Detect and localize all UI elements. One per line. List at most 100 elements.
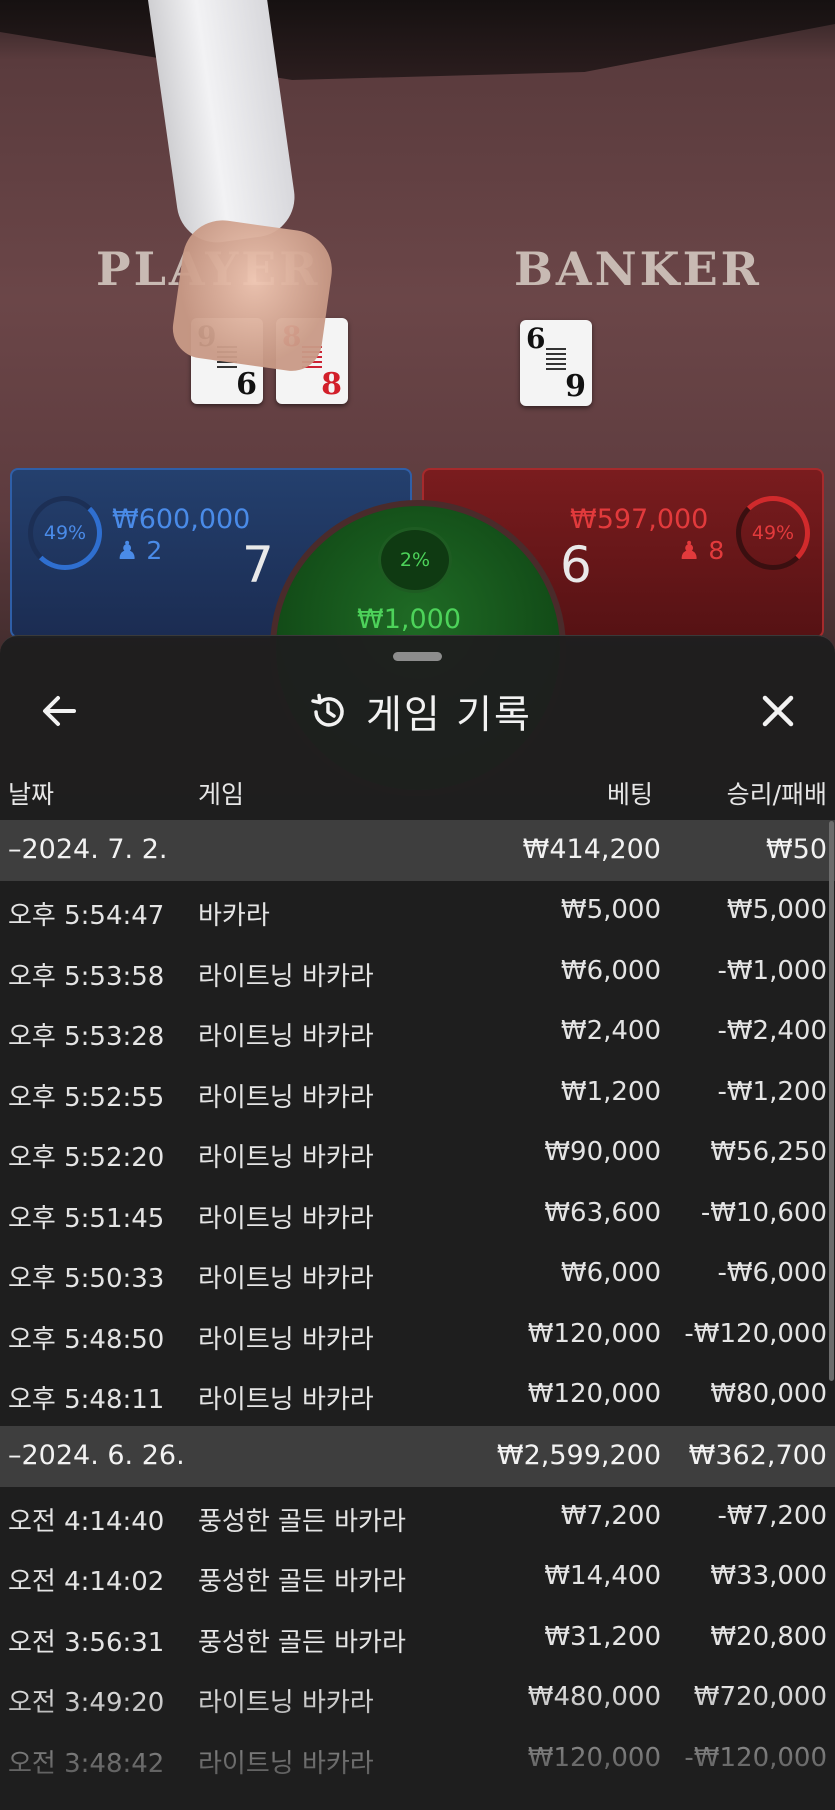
player-percent-ring: 49%: [28, 496, 102, 570]
row-game: 라이트닝 바카라: [198, 1022, 374, 1052]
row-time: 오후 5:48:11: [8, 1385, 165, 1415]
column-header-date: 날짜: [8, 780, 55, 809]
banker-percent-ring: 49%: [736, 496, 810, 570]
row-game: 라이트닝 바카라: [198, 1264, 374, 1294]
row-game: 라이트닝 바카라: [198, 1748, 374, 1779]
row-game: 라이트닝 바카라: [198, 961, 374, 992]
group-date: –2024. 7. 2.: [8, 834, 168, 865]
arrow-left-icon: [43, 696, 76, 726]
history-row[interactable]: 오후 5:50:33 라이트닝 바카라 ₩6,000 -₩6,000: [0, 1244, 835, 1305]
row-result: ₩80,000: [710, 1379, 827, 1409]
row-time: 오후 5:51:45: [8, 1203, 165, 1234]
row-game: 라이트닝 바카라: [198, 1203, 374, 1234]
history-row[interactable]: 오후 5:51:45 라이트닝 바카라 ₩63,600 -₩10,600: [0, 1184, 835, 1245]
banker-bet-amount: ₩597,000: [570, 504, 709, 535]
row-bet: ₩5,000: [560, 895, 661, 925]
close-icon: [762, 695, 794, 727]
history-row[interactable]: 오전 3:56:31 풍성한 골든 바카라 ₩31,200 ₩20,800: [0, 1608, 835, 1669]
row-time: 오후 5:54:47: [8, 901, 165, 931]
row-bet: ₩2,400: [560, 1016, 661, 1046]
row-game: 라이트닝 바카라: [198, 1385, 374, 1415]
row-bet: ₩6,000: [560, 1258, 661, 1288]
row-bet: ₩120,000: [527, 1379, 661, 1409]
row-bet: ₩120,000: [527, 1318, 661, 1349]
row-time: 오후 5:53:28: [8, 1022, 165, 1052]
row-result: ₩20,800: [710, 1621, 827, 1652]
row-result: -₩1,200: [717, 1076, 827, 1107]
row-time: 오전 3:56:31: [8, 1627, 165, 1658]
history-row[interactable]: 오후 5:48:50 라이트닝 바카라 ₩120,000 -₩120,000: [0, 1305, 835, 1366]
group-date: –2024. 6. 26.: [8, 1439, 185, 1471]
back-button[interactable]: [34, 686, 86, 736]
history-row[interactable]: 오전 4:14:02 풍성한 골든 바카라 ₩14,400 ₩33,000: [0, 1547, 835, 1608]
row-bet: ₩90,000: [544, 1137, 661, 1167]
row-bet: ₩6,000: [560, 955, 661, 986]
tie-bet-amount: ₩1,000: [357, 604, 461, 635]
row-result: ₩56,250: [710, 1137, 827, 1167]
row-bet: ₩63,600: [544, 1197, 661, 1228]
row-result: ₩33,000: [710, 1561, 827, 1591]
history-list[interactable]: –2024. 7. 2. ₩414,200 ₩50 오후 5:54:47 바카라…: [0, 820, 835, 1789]
sheet-drag-handle[interactable]: [393, 652, 442, 661]
sheet-header: 게임 기록: [0, 666, 835, 756]
group-bet-total: ₩2,599,200: [496, 1439, 661, 1471]
banker-card-1: 69: [520, 320, 592, 406]
date-group-header[interactable]: –2024. 6. 26. ₩2,599,200 ₩362,700: [0, 1425, 835, 1487]
history-row[interactable]: 오전 3:49:20 라이트닝 바카라 ₩480,000 ₩720,000: [0, 1668, 835, 1729]
row-game: 바카라: [198, 901, 270, 931]
row-bet: ₩480,000: [527, 1682, 661, 1712]
history-row[interactable]: 오후 5:48:11 라이트닝 바카라 ₩120,000 ₩80,000: [0, 1365, 835, 1426]
list-scrollbar[interactable]: [829, 821, 834, 1381]
tie-percent: 2%: [378, 527, 452, 593]
row-result: -₩120,000: [684, 1318, 827, 1349]
sheet-title: 게임 기록: [366, 693, 532, 738]
row-time: 오후 5:52:20: [8, 1143, 165, 1173]
row-result: -₩120,000: [684, 1742, 827, 1773]
row-time: 오후 5:52:55: [8, 1082, 165, 1113]
row-game: 라이트닝 바카라: [198, 1688, 374, 1718]
column-header-game: 게임: [198, 780, 245, 809]
history-row[interactable]: 오후 5:52:55 라이트닝 바카라 ₩1,200 -₩1,200: [0, 1063, 835, 1124]
row-result: -₩10,600: [700, 1197, 827, 1228]
row-result: -₩6,000: [717, 1258, 827, 1288]
player-count-value: 2: [146, 536, 163, 565]
row-result: -₩1,000: [717, 955, 827, 986]
row-game: 풍성한 골든 바카라: [198, 1506, 406, 1537]
banker-bettor-count: ♟ 8: [678, 536, 724, 565]
row-time: 오전 4:14:40: [8, 1506, 165, 1537]
history-row[interactable]: 오후 5:52:20 라이트닝 바카라 ₩90,000 ₩56,250: [0, 1123, 835, 1184]
row-bet: ₩7,200: [560, 1500, 661, 1531]
group-result-total: ₩362,700: [688, 1439, 827, 1471]
person-icon: ♟: [678, 536, 701, 565]
person-icon: ♟: [116, 536, 139, 565]
row-result: ₩720,000: [693, 1682, 827, 1712]
date-group-header[interactable]: –2024. 7. 2. ₩414,200 ₩50: [0, 820, 835, 881]
history-row[interactable]: 오후 5:53:58 라이트닝 바카라 ₩6,000 -₩1,000: [0, 942, 835, 1003]
row-bet: ₩1,200: [560, 1076, 661, 1107]
row-game: 라이트닝 바카라: [198, 1082, 374, 1113]
row-time: 오후 5:50:33: [8, 1264, 165, 1294]
row-game: 라이트닝 바카라: [198, 1324, 374, 1355]
group-bet-total: ₩414,200: [522, 834, 661, 865]
banker-side-title: BANKER: [514, 242, 762, 296]
column-header-bet: 베팅: [606, 780, 653, 809]
history-row[interactable]: 오후 5:54:47 바카라 ₩5,000 ₩5,000: [0, 881, 835, 942]
row-result: -₩2,400: [717, 1016, 827, 1046]
row-time: 오전 3:48:42: [8, 1748, 165, 1779]
row-bet: ₩14,400: [544, 1561, 661, 1591]
dealer-hand: [168, 215, 338, 375]
game-history-sheet: 게임 기록 날짜 게임 베팅 승리/패배 –2024. 7. 2. ₩414,2…: [0, 635, 835, 1810]
row-time: 오전 4:14:02: [8, 1567, 165, 1597]
group-result-total: ₩50: [765, 834, 827, 865]
player-bettor-count: ♟ 2: [116, 536, 162, 565]
row-game: 풍성한 골든 바카라: [198, 1567, 406, 1597]
row-game: 풍성한 골든 바카라: [198, 1627, 406, 1658]
history-icon: [311, 693, 344, 727]
history-row[interactable]: 오전 4:14:40 풍성한 골든 바카라 ₩7,200 -₩7,200: [0, 1487, 835, 1548]
history-row[interactable]: 오후 5:53:28 라이트닝 바카라 ₩2,400 -₩2,400: [0, 1002, 835, 1063]
row-time: 오후 5:48:50: [8, 1324, 165, 1355]
row-game: 라이트닝 바카라: [198, 1143, 374, 1173]
column-header-result: 승리/패배: [726, 780, 827, 809]
close-button[interactable]: [752, 686, 804, 736]
history-row[interactable]: 오전 3:48:42 라이트닝 바카라 ₩120,000 -₩120,000: [0, 1729, 835, 1790]
